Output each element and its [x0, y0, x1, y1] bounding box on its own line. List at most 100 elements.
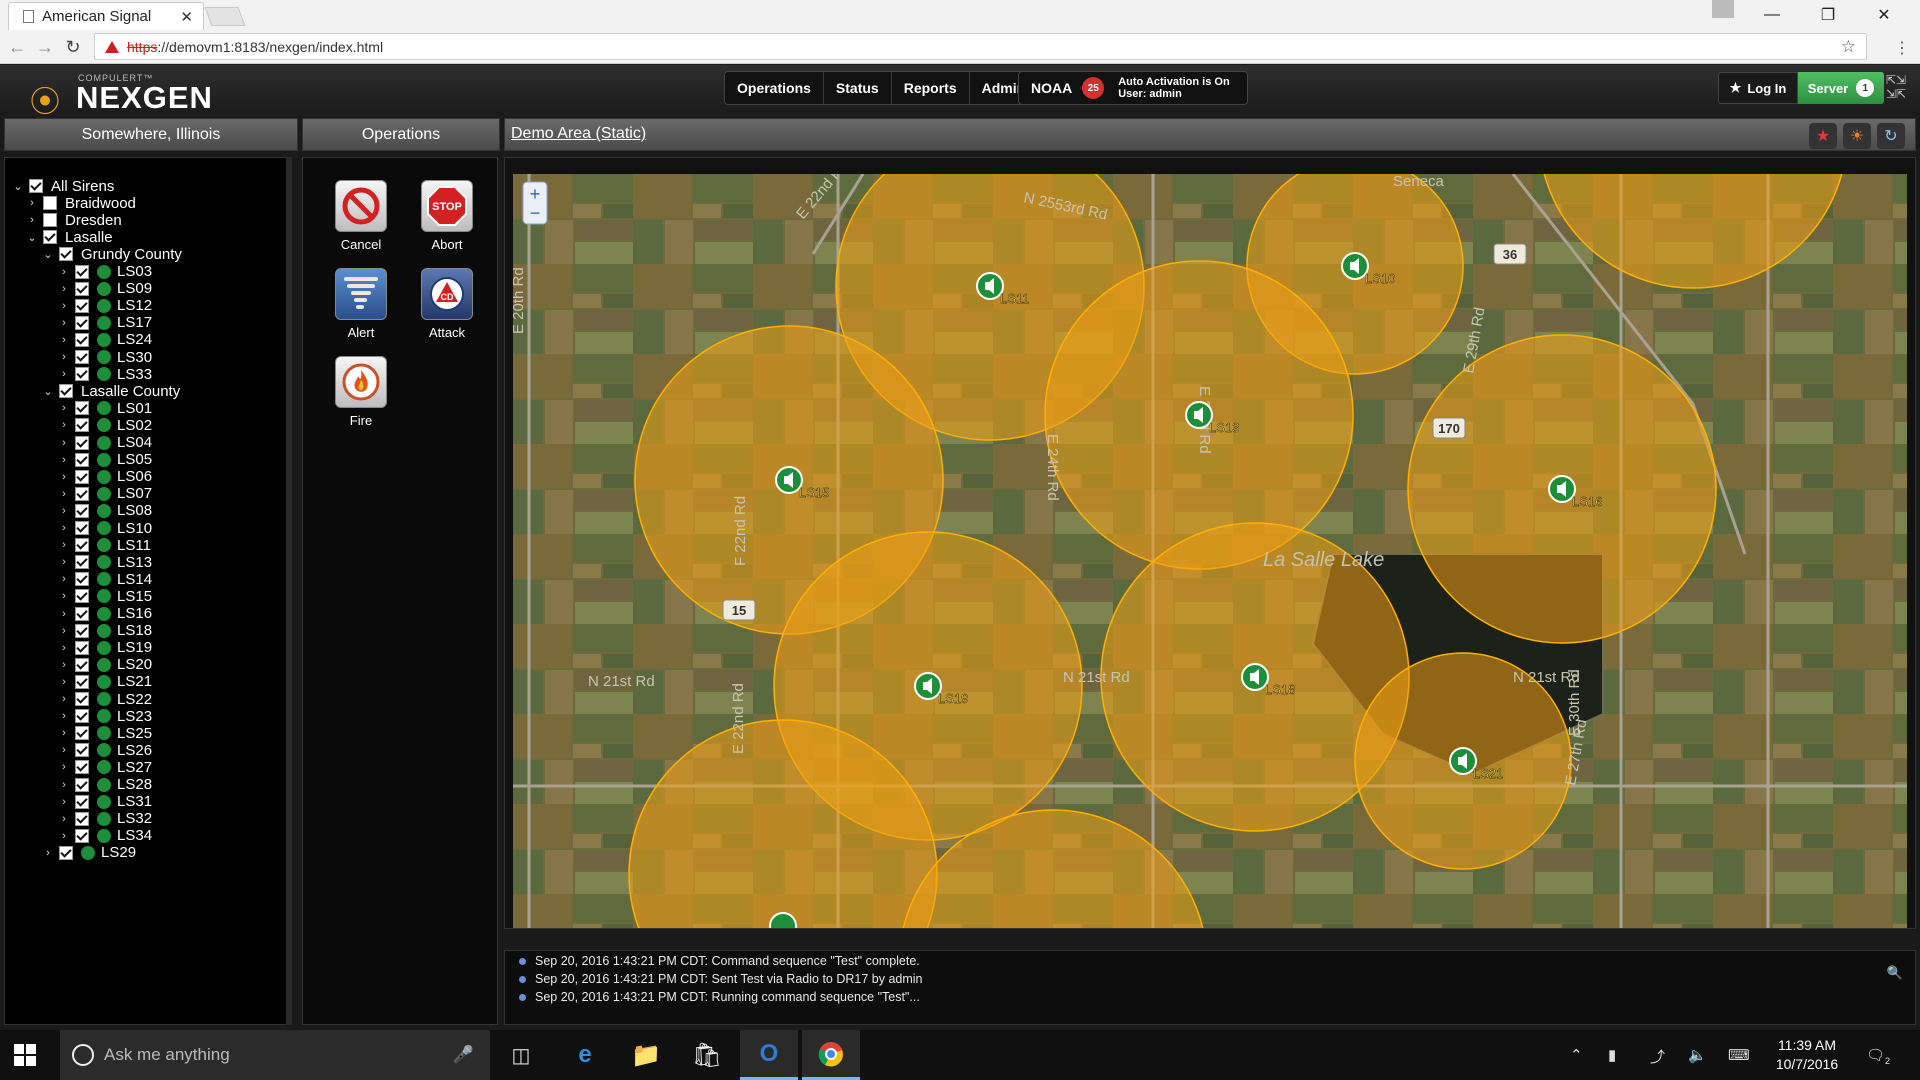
chevron-right-icon[interactable]: › — [57, 642, 71, 654]
store-icon[interactable]: 🛍 — [678, 1030, 736, 1080]
checkbox[interactable] — [43, 196, 57, 211]
chevron-right-icon[interactable]: › — [57, 659, 71, 671]
cancel-button[interactable]: Cancel — [321, 180, 401, 260]
chevron-right-icon[interactable]: › — [57, 266, 71, 278]
task-view-icon[interactable]: ◫ — [492, 1030, 550, 1080]
chevron-right-icon[interactable]: › — [57, 488, 71, 500]
checkbox[interactable] — [75, 589, 89, 604]
checkbox[interactable] — [75, 503, 89, 518]
chevron-right-icon[interactable]: › — [57, 573, 71, 585]
chevron-right-icon[interactable]: › — [57, 727, 71, 739]
system-clock[interactable]: 11:39 AM 10/7/2016 — [1762, 1036, 1852, 1074]
restore-icon[interactable]: ❐ — [1800, 0, 1856, 30]
checkbox[interactable] — [75, 760, 89, 775]
chevron-right-icon[interactable]: › — [57, 454, 71, 466]
chevron-right-icon[interactable]: › — [57, 317, 71, 329]
close-tab-icon[interactable]: ✕ — [180, 8, 193, 26]
checkbox[interactable] — [75, 623, 89, 638]
outlook-icon[interactable]: O — [740, 1030, 798, 1080]
chevron-right-icon[interactable]: › — [25, 197, 39, 209]
checkbox[interactable] — [75, 264, 89, 279]
checkbox[interactable] — [75, 367, 89, 382]
chevron-right-icon[interactable]: › — [57, 556, 71, 568]
checkbox[interactable] — [43, 230, 57, 245]
profile-icon[interactable] — [1712, 0, 1734, 18]
checkbox[interactable] — [75, 657, 89, 672]
chevron-right-icon[interactable]: › — [41, 847, 55, 859]
battery-icon[interactable]: ▮ — [1608, 1046, 1616, 1064]
checkbox[interactable] — [75, 692, 89, 706]
chevron-right-icon[interactable]: › — [57, 761, 71, 773]
checkbox[interactable] — [75, 572, 89, 587]
file-explorer-icon[interactable]: 📁 — [617, 1030, 675, 1080]
weather-icon[interactable]: ☀ — [1843, 123, 1871, 149]
checkbox[interactable] — [75, 811, 89, 826]
checkbox[interactable] — [75, 281, 89, 296]
chevron-right-icon[interactable]: › — [57, 300, 71, 312]
checkbox[interactable] — [75, 315, 89, 330]
checkbox[interactable] — [75, 298, 89, 313]
back-icon[interactable]: ← — [6, 36, 28, 58]
checkbox[interactable] — [75, 418, 89, 433]
nav-operations[interactable]: Operations — [725, 72, 824, 104]
checkbox[interactable] — [43, 213, 57, 228]
nav-status[interactable]: Status — [824, 72, 892, 104]
chevron-right-icon[interactable]: › — [57, 813, 71, 825]
close-window-icon[interactable]: ✕ — [1856, 0, 1912, 30]
zoom-out-button[interactable]: − — [530, 203, 541, 223]
chevron-right-icon[interactable]: › — [57, 676, 71, 688]
checkbox[interactable] — [59, 384, 73, 399]
noaa-panel[interactable]: NOAA 25 Auto Activation is On User: admi… — [1018, 71, 1248, 105]
browser-menu-icon[interactable]: ⋮ — [1894, 38, 1910, 58]
checkbox[interactable] — [75, 350, 89, 364]
fullscreen-icon[interactable]: ⇱⇲ ⇲⇱ — [1886, 73, 1906, 101]
chevron-right-icon[interactable]: › — [57, 419, 71, 431]
chevron-down-icon[interactable]: ⌄ — [11, 180, 25, 193]
chevron-down-icon[interactable]: ⌄ — [41, 248, 55, 261]
checkbox[interactable] — [59, 845, 73, 860]
checkbox[interactable] — [75, 332, 89, 347]
checkbox[interactable] — [29, 179, 43, 193]
tree-item-siren[interactable]: › LS29 — [41, 843, 136, 863]
fire-button[interactable]: Fire — [321, 356, 401, 436]
checkbox[interactable] — [75, 452, 89, 467]
chevron-right-icon[interactable]: › — [57, 351, 71, 363]
checkbox[interactable] — [75, 435, 89, 450]
checkbox[interactable] — [75, 486, 89, 501]
server-button[interactable]: Server 1 — [1798, 72, 1884, 104]
checkbox[interactable] — [75, 726, 89, 741]
chevron-right-icon[interactable]: › — [57, 539, 71, 551]
bookmark-star-icon[interactable]: ☆ — [1841, 37, 1856, 57]
refresh-map-icon[interactable]: ↻ — [1877, 123, 1905, 149]
zoom-in-button[interactable]: + — [530, 184, 541, 204]
alert-button[interactable]: Alert — [321, 268, 401, 348]
chevron-right-icon[interactable]: › — [57, 744, 71, 756]
volume-icon[interactable]: 🔈 — [1688, 1046, 1707, 1064]
windows-start-icon[interactable] — [14, 1044, 36, 1066]
checkbox[interactable] — [75, 555, 89, 570]
chevron-right-icon[interactable]: › — [57, 437, 71, 449]
edge-icon[interactable]: e — [556, 1030, 614, 1080]
tray-overflow-icon[interactable]: ⌃ — [1570, 1046, 1583, 1064]
chevron-right-icon[interactable]: › — [57, 402, 71, 414]
chevron-right-icon[interactable]: › — [57, 796, 71, 808]
chevron-right-icon[interactable]: › — [57, 505, 71, 517]
checkbox[interactable] — [75, 521, 89, 535]
chevron-right-icon[interactable]: › — [25, 214, 39, 226]
attack-button[interactable]: CD Attack — [407, 268, 487, 348]
checkbox[interactable] — [75, 469, 89, 484]
checkbox[interactable] — [75, 674, 89, 689]
chevron-right-icon[interactable]: › — [57, 608, 71, 620]
address-bar[interactable]: https ://demovm1:8183/nexgen/index.html … — [94, 33, 1867, 60]
checkbox[interactable] — [75, 401, 89, 416]
checkbox[interactable] — [75, 538, 89, 553]
nav-reports[interactable]: Reports — [892, 72, 970, 104]
abort-button[interactable]: STOP Abort — [407, 180, 487, 260]
checkbox[interactable] — [75, 709, 89, 724]
microphone-icon[interactable]: 🎤 — [453, 1045, 474, 1065]
tree-scrollbar[interactable] — [286, 157, 292, 1025]
chevron-right-icon[interactable]: › — [57, 283, 71, 295]
chevron-right-icon[interactable]: › — [57, 625, 71, 637]
forward-icon[interactable]: → — [34, 36, 56, 58]
checkbox[interactable] — [75, 640, 89, 655]
